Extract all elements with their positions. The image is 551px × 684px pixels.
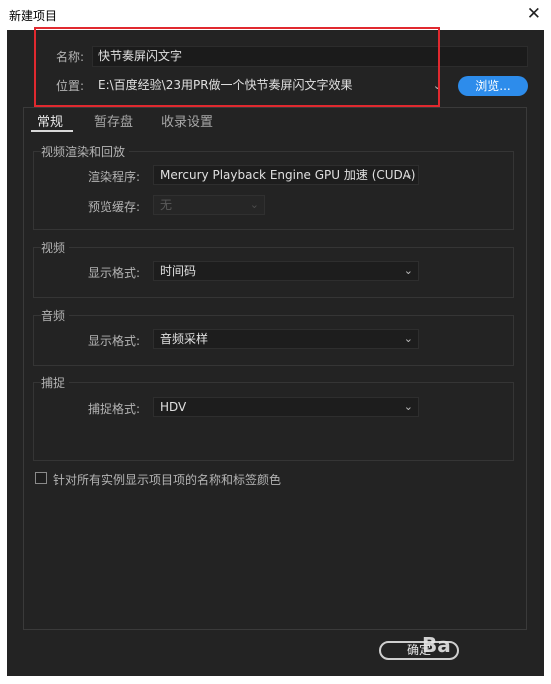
renderer-label: 渲染程序: <box>88 170 141 184</box>
location-label: 位置: <box>56 79 85 93</box>
tab-general[interactable]: 常规 <box>37 111 63 130</box>
title-bar: 新建项目 ✕ <box>0 0 551 30</box>
preview-cache-select: 无 ⌄ <box>153 195 265 215</box>
capture-format-value: HDV <box>160 400 187 414</box>
group-title-capture: 捕捉 <box>41 374 70 391</box>
renderer-value: Mercury Playback Engine GPU 加速 (CUDA) <box>160 168 416 182</box>
tab-ingest-settings[interactable]: 收录设置 <box>161 111 213 130</box>
active-tab-underline <box>31 130 73 132</box>
chevron-down-icon: ⌄ <box>249 198 259 211</box>
audio-format-value: 音频采样 <box>160 332 209 346</box>
chevron-down-icon: ⌄ <box>432 79 442 92</box>
group-title-audio: 音频 <box>41 307 70 324</box>
show-labels-checkbox-label: 针对所有实例显示项目项的名称和标签颜色 <box>53 473 282 487</box>
chevron-down-icon: ⌄ <box>403 332 413 345</box>
name-label: 名称: <box>56 50 85 64</box>
dialog-body: 名称: 快节奏屏闪文字 位置: E:\百度经验\23用PR做一个快节奏屏闪文字效… <box>7 27 544 676</box>
tab-scratch-disks[interactable]: 暂存盘 <box>94 111 133 130</box>
video-format-value: 时间码 <box>160 264 197 278</box>
location-value: E:\百度经验\23用PR做一个快节奏屏闪文字效果 <box>98 78 353 92</box>
window-title: 新建项目 <box>9 9 58 23</box>
group-title-video-rendering: 视频渲染和回放 <box>41 143 130 160</box>
group-title-video: 视频 <box>41 239 70 256</box>
capture-format-select[interactable]: HDV ⌄ <box>153 397 419 417</box>
chevron-down-icon: ⌄ <box>403 264 413 277</box>
browse-button[interactable]: 浏览... <box>458 76 528 96</box>
chevron-down-icon: ⌄ <box>403 400 413 413</box>
preview-cache-value: 无 <box>160 198 173 212</box>
show-labels-checkbox[interactable] <box>35 472 47 484</box>
group-video-rendering <box>33 151 514 230</box>
chevron-down-icon: ⌄ <box>403 168 413 181</box>
video-format-label: 显示格式: <box>88 266 141 280</box>
capture-format-label: 捕捉格式: <box>88 402 141 416</box>
preview-cache-label: 预览缓存: <box>88 200 141 214</box>
group-capture <box>33 382 514 461</box>
renderer-select[interactable]: Mercury Playback Engine GPU 加速 (CUDA) ⌄ <box>153 165 419 185</box>
video-format-select[interactable]: 时间码 ⌄ <box>153 261 419 281</box>
watermark-logo: Ba <box>422 633 451 657</box>
audio-format-select[interactable]: 音频采样 ⌄ <box>153 329 419 349</box>
audio-format-label: 显示格式: <box>88 334 141 348</box>
location-select[interactable]: E:\百度经验\23用PR做一个快节奏屏闪文字效果 ⌄ <box>92 75 448 96</box>
name-input[interactable]: 快节奏屏闪文字 <box>92 46 528 67</box>
close-icon[interactable]: ✕ <box>527 4 541 24</box>
